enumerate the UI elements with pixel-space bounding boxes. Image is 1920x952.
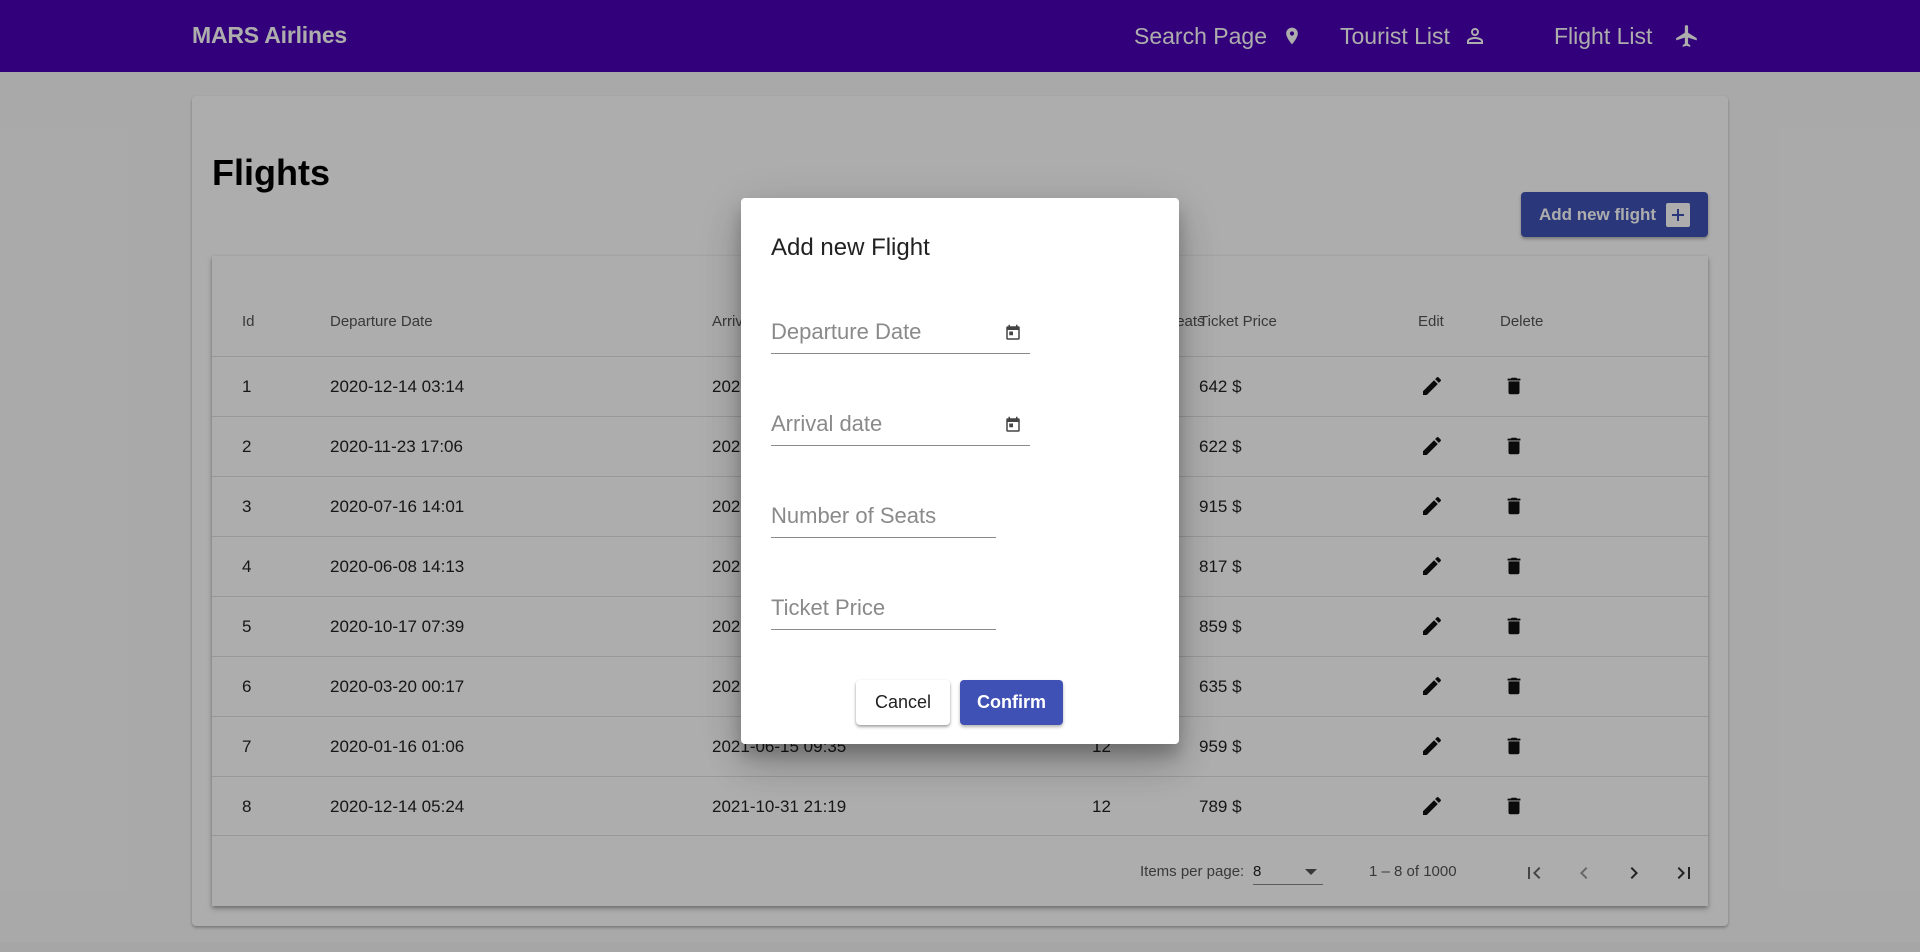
ticket-price-input[interactable] xyxy=(771,590,996,626)
number-of-seats-input[interactable] xyxy=(771,498,996,534)
ticket-price-field xyxy=(771,590,996,630)
dialog-title: Add new Flight xyxy=(771,234,930,261)
departure-date-field xyxy=(771,314,1030,354)
confirm-button[interactable]: Confirm xyxy=(960,680,1063,725)
arrival-date-field xyxy=(771,406,1030,446)
cancel-button[interactable]: Cancel xyxy=(856,680,950,725)
number-of-seats-field xyxy=(771,498,996,538)
calendar-icon[interactable] xyxy=(1002,322,1024,344)
add-flight-dialog: Add new Flight Cancel Confirm xyxy=(741,198,1179,744)
departure-date-input[interactable] xyxy=(771,314,991,350)
calendar-icon[interactable] xyxy=(1002,414,1024,436)
arrival-date-input[interactable] xyxy=(771,406,991,442)
